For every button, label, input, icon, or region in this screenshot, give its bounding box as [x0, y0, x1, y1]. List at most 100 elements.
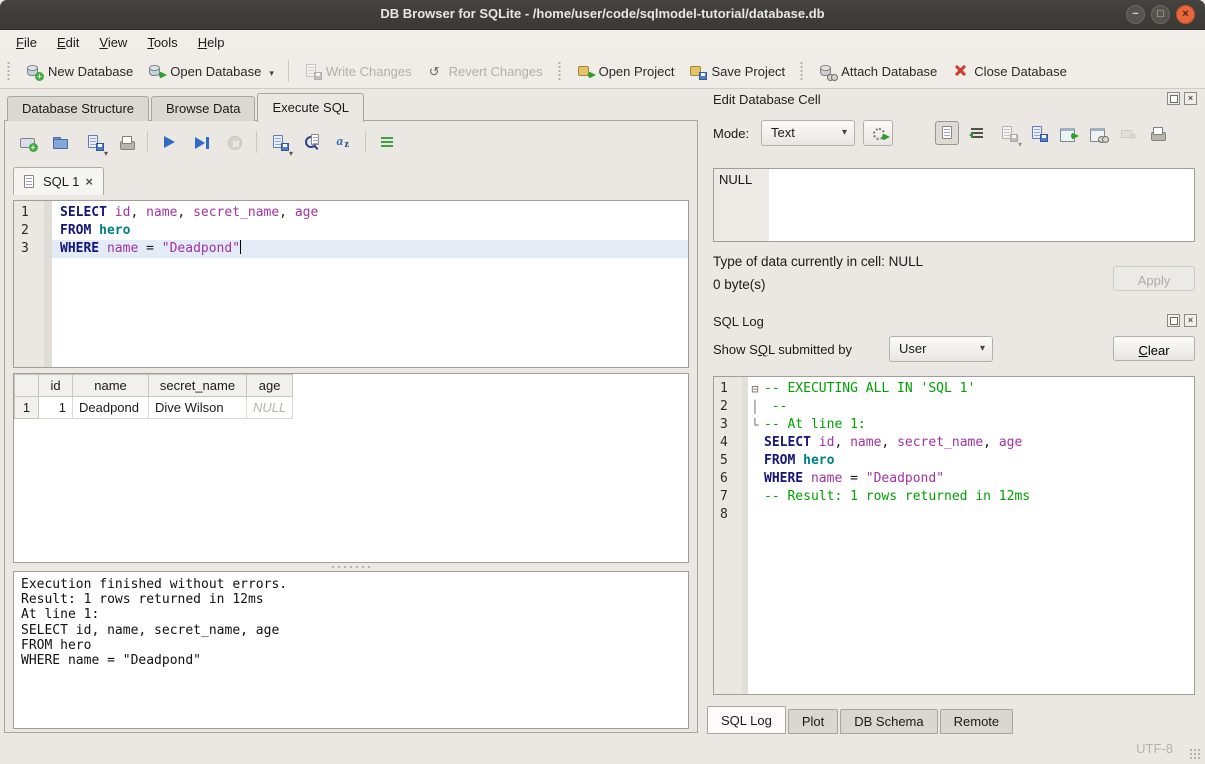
submitted-by-select[interactable]: User	[889, 336, 993, 362]
sql-document-icon	[24, 174, 37, 190]
sql-log-view[interactable]: 1⊟-- EXECUTING ALL IN 'SQL 1'2│ --3└-- A…	[713, 376, 1195, 695]
auto-apply-button[interactable]	[863, 120, 893, 146]
execute-current-line-button[interactable]	[190, 130, 214, 154]
execute-all-button[interactable]	[157, 130, 181, 154]
save-as-button[interactable]	[1025, 121, 1049, 145]
menu-tools[interactable]: Tools	[137, 32, 187, 53]
stop-execution-button[interactable]	[223, 130, 247, 154]
dock-tab-bar: SQL Log Plot DB Schema Remote	[707, 706, 1015, 734]
tab-browse-data[interactable]: Browse Data	[151, 96, 255, 121]
splitter-handle[interactable]	[330, 565, 372, 569]
print-cell-button[interactable]	[1145, 121, 1169, 145]
edit-cell-dock-buttons: ×	[1167, 92, 1197, 105]
dock-tab-remote[interactable]: Remote	[940, 709, 1014, 734]
cell-size-info: 0 byte(s)	[713, 277, 766, 292]
set-null-button[interactable]	[1115, 121, 1139, 145]
close-dock-icon[interactable]: ×	[1184, 92, 1197, 105]
code-line: 6WHERE name = "Deadpond"	[714, 470, 1194, 488]
save-sql-file-icon	[85, 134, 102, 150]
menu-edit[interactable]: Edit	[47, 32, 89, 53]
encoding-indicator: UTF-8	[1136, 741, 1173, 756]
code-text: WHERE name = "Deadpond"	[762, 470, 1194, 488]
line-number: 5	[714, 452, 748, 470]
print-sql-button[interactable]	[114, 130, 138, 154]
column-header-secret-name[interactable]: secret_name	[149, 375, 247, 397]
menu-view[interactable]: View	[89, 32, 137, 53]
float-dock-icon[interactable]	[1167, 314, 1180, 327]
save-sql-file-button[interactable]	[81, 130, 105, 154]
gear-icon	[870, 125, 887, 141]
left-panel: Database Structure Browse Data Execute S…	[4, 92, 698, 735]
tab-execute-sql[interactable]: Execute SQL	[257, 93, 364, 122]
float-dock-icon[interactable]	[1167, 92, 1180, 105]
resize-grip[interactable]	[1189, 748, 1201, 760]
column-header-name[interactable]: name	[73, 375, 149, 397]
cell-secret-name[interactable]: Dive Wilson	[149, 397, 247, 419]
cell-value-editor[interactable]: NULL	[713, 168, 1195, 242]
dock-tab-plot[interactable]: Plot	[788, 709, 838, 734]
cell-id[interactable]: 1	[39, 397, 73, 419]
close-button[interactable]: ×	[1176, 5, 1195, 24]
print-icon	[1149, 125, 1166, 141]
new-database-icon	[25, 63, 42, 79]
fold-marker	[748, 452, 762, 470]
export-button[interactable]	[1055, 121, 1079, 145]
close-sql-tab-icon[interactable]: ×	[85, 174, 93, 189]
close-dock-icon[interactable]: ×	[1184, 314, 1197, 327]
dock-tab-sql-log[interactable]: SQL Log	[707, 706, 786, 734]
save-project-button[interactable]: Save Project	[688, 63, 785, 79]
window-title: DB Browser for SQLite - /home/user/code/…	[380, 6, 824, 21]
line-number: 2	[714, 398, 748, 416]
open-sql-file-button[interactable]	[48, 130, 72, 154]
cell-name[interactable]: Deadpond	[73, 397, 149, 419]
open-project-button[interactable]: Open Project	[576, 63, 675, 79]
find-replace-button[interactable]	[299, 130, 323, 154]
code-line: 8	[714, 506, 1194, 524]
new-database-button[interactable]: New Database	[25, 63, 133, 79]
close-database-button[interactable]: Close Database	[951, 63, 1067, 79]
text-mode-button[interactable]	[935, 121, 959, 145]
open-database-button[interactable]: Open Database ▾	[147, 63, 274, 79]
menu-file[interactable]: File	[6, 32, 47, 53]
revert-changes-button[interactable]: ↺ Revert Changes	[426, 64, 543, 79]
import-file-button[interactable]	[995, 121, 1019, 145]
row-number-cell[interactable]: 1	[15, 397, 39, 419]
open-sql-tab-button[interactable]	[15, 130, 39, 154]
save-results-button[interactable]	[266, 130, 290, 154]
copy-link-button[interactable]	[1085, 121, 1109, 145]
code-text: FROM hero	[762, 452, 1194, 470]
mode-select[interactable]: Text	[761, 120, 855, 146]
right-dock: Edit Database Cell × Mode: Text NULL Typ…	[705, 90, 1197, 736]
dock-tab-db-schema[interactable]: DB Schema	[840, 709, 937, 734]
toggle-word-wrap-button[interactable]	[375, 130, 399, 154]
open-database-dropdown-icon[interactable]: ▾	[269, 68, 274, 79]
toolbar-grip	[799, 61, 804, 81]
maximize-button[interactable]: □	[1151, 5, 1170, 24]
clear-log-button[interactable]: Clear	[1113, 336, 1195, 361]
menu-help[interactable]: Help	[188, 32, 235, 53]
find-icon	[303, 134, 320, 150]
text-cursor	[240, 240, 241, 254]
tab-database-structure[interactable]: Database Structure	[7, 96, 149, 121]
apply-button[interactable]: Apply	[1113, 266, 1195, 291]
sql-editor[interactable]: 1SELECT id, name, secret_name, age2FROM …	[13, 200, 689, 368]
column-header-id[interactable]: id	[39, 375, 73, 397]
write-changes-button[interactable]: Write Changes	[303, 63, 412, 79]
main-tab-bar: Database Structure Browse Data Execute S…	[4, 92, 698, 121]
app-window: { "window": { "title": "DB Browser for S…	[0, 0, 1205, 764]
column-header-age[interactable]: age	[247, 375, 293, 397]
sql-editor-tab[interactable]: SQL 1 ×	[13, 167, 104, 195]
attach-database-button[interactable]: Attach Database	[818, 63, 937, 79]
cell-age[interactable]: NULL	[247, 397, 293, 419]
format-sql-button[interactable]	[332, 130, 356, 154]
line-number: 1	[14, 204, 52, 222]
code-text: -- Result: 1 rows returned in 12ms	[762, 488, 1194, 506]
code-line: 1⊟-- EXECUTING ALL IN 'SQL 1'	[714, 380, 1194, 398]
toolbar-separator	[288, 60, 289, 82]
minimize-button[interactable]: −	[1126, 5, 1145, 24]
open-project-icon	[576, 63, 593, 79]
fold-marker	[748, 488, 762, 506]
fold-marker: │	[748, 398, 762, 416]
close-database-icon	[951, 63, 968, 79]
word-wrap-button[interactable]	[965, 121, 989, 145]
